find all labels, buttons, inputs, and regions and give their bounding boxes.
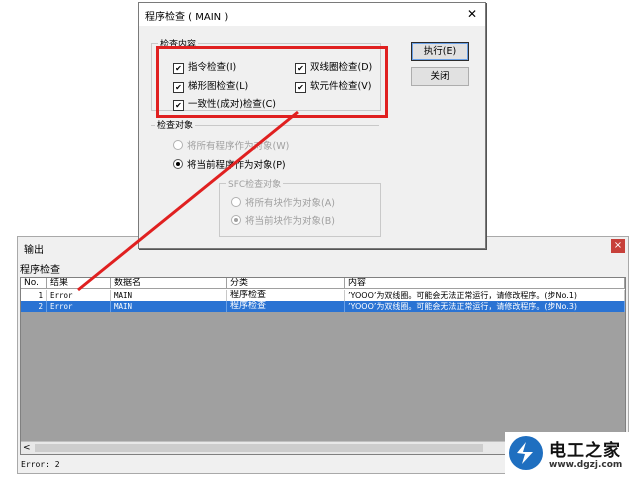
error-count-status: Error: 2	[21, 460, 60, 469]
column-header-data-name[interactable]: 数据名	[111, 278, 227, 289]
check-target-group: 检查对象	[151, 118, 379, 131]
row-result: Error	[47, 290, 111, 301]
radio-label: 将所有块作为对象(A)	[245, 198, 335, 209]
row-result: Error	[47, 301, 111, 312]
all-programs-radio[interactable]: 将所有程序作为对象(W)	[173, 138, 289, 152]
radio-circle	[173, 159, 183, 169]
row-content: ’YOOO’为双线圈。可能会无法正常运行，请修改程序。(步No.1)	[345, 290, 625, 301]
check-target-legend: 检查对象	[155, 118, 196, 131]
row-no: 1	[21, 290, 47, 301]
row-data-name: MAIN	[111, 301, 227, 312]
current-program-radio[interactable]: 将当前程序作为对象(P)	[173, 157, 286, 171]
current-block-radio[interactable]: 将当前块作为对象(B)	[231, 213, 335, 227]
logo-icon	[509, 436, 543, 470]
watermark-logo: 电工之家 www.dgzj.com	[505, 432, 632, 478]
output-tab-program-check[interactable]: 程序检查	[20, 261, 60, 276]
column-header-content[interactable]: 内容	[345, 278, 625, 289]
row-no: 2	[21, 301, 47, 312]
scroll-left-arrow-icon[interactable]: <	[23, 442, 31, 454]
row-data-name: MAIN	[111, 290, 227, 301]
row-category: 程序检查	[227, 301, 345, 312]
radio-circle	[231, 215, 241, 225]
dialog-titlebar[interactable]: 程序检查 ( MAIN ) ✕	[139, 3, 485, 26]
table-header: No. 结果 数据名 分类 内容	[21, 278, 625, 290]
close-icon[interactable]: ✕	[467, 7, 477, 21]
column-header-category[interactable]: 分类	[227, 278, 345, 289]
column-header-result[interactable]: 结果	[47, 278, 111, 289]
scrollbar-thumb[interactable]	[35, 444, 483, 452]
radio-circle	[231, 197, 241, 207]
output-close-button[interactable]: ×	[611, 239, 625, 253]
execute-button[interactable]: 执行(E)	[411, 42, 469, 61]
logo-url: www.dgzj.com	[549, 460, 623, 470]
program-check-dialog: 程序检查 ( MAIN ) ✕ 检查内容 ✔ 指令检查(I) ✔ 双线圈检查(D) …	[138, 2, 486, 249]
sfc-target-group: SFC检查对象	[219, 177, 381, 237]
radio-label: 将所有程序作为对象(W)	[187, 141, 290, 152]
column-header-no[interactable]: No.	[21, 278, 47, 289]
close-button[interactable]: 关闭	[411, 67, 469, 86]
row-category: 程序检查	[227, 290, 345, 301]
table-row[interactable]: 1 Error MAIN 程序检查 ’YOOO’为双线圈。可能会无法正常运行，请…	[21, 290, 625, 301]
radio-circle	[173, 140, 183, 150]
all-blocks-radio[interactable]: 将所有块作为对象(A)	[231, 195, 335, 209]
dialog-title: 程序检查 ( MAIN )	[145, 12, 229, 23]
radio-label: 将当前程序作为对象(P)	[187, 160, 286, 171]
sfc-target-legend: SFC检查对象	[226, 177, 284, 190]
logo-text: 电工之家	[549, 441, 621, 461]
table-row-selected[interactable]: 2 Error MAIN 程序检查 ’YOOO’为双线圈。可能会无法正常运行，请…	[21, 301, 625, 312]
highlight-box	[156, 46, 388, 118]
row-content: ’YOOO’为双线圈。可能会无法正常运行，请修改程序。(步No.3)	[345, 301, 625, 312]
results-table: No. 结果 数据名 分类 内容 1 Error MAIN 程序检查 ’YOOO…	[20, 277, 626, 455]
output-title: 输出	[24, 245, 44, 256]
radio-label: 将当前块作为对象(B)	[245, 216, 335, 227]
